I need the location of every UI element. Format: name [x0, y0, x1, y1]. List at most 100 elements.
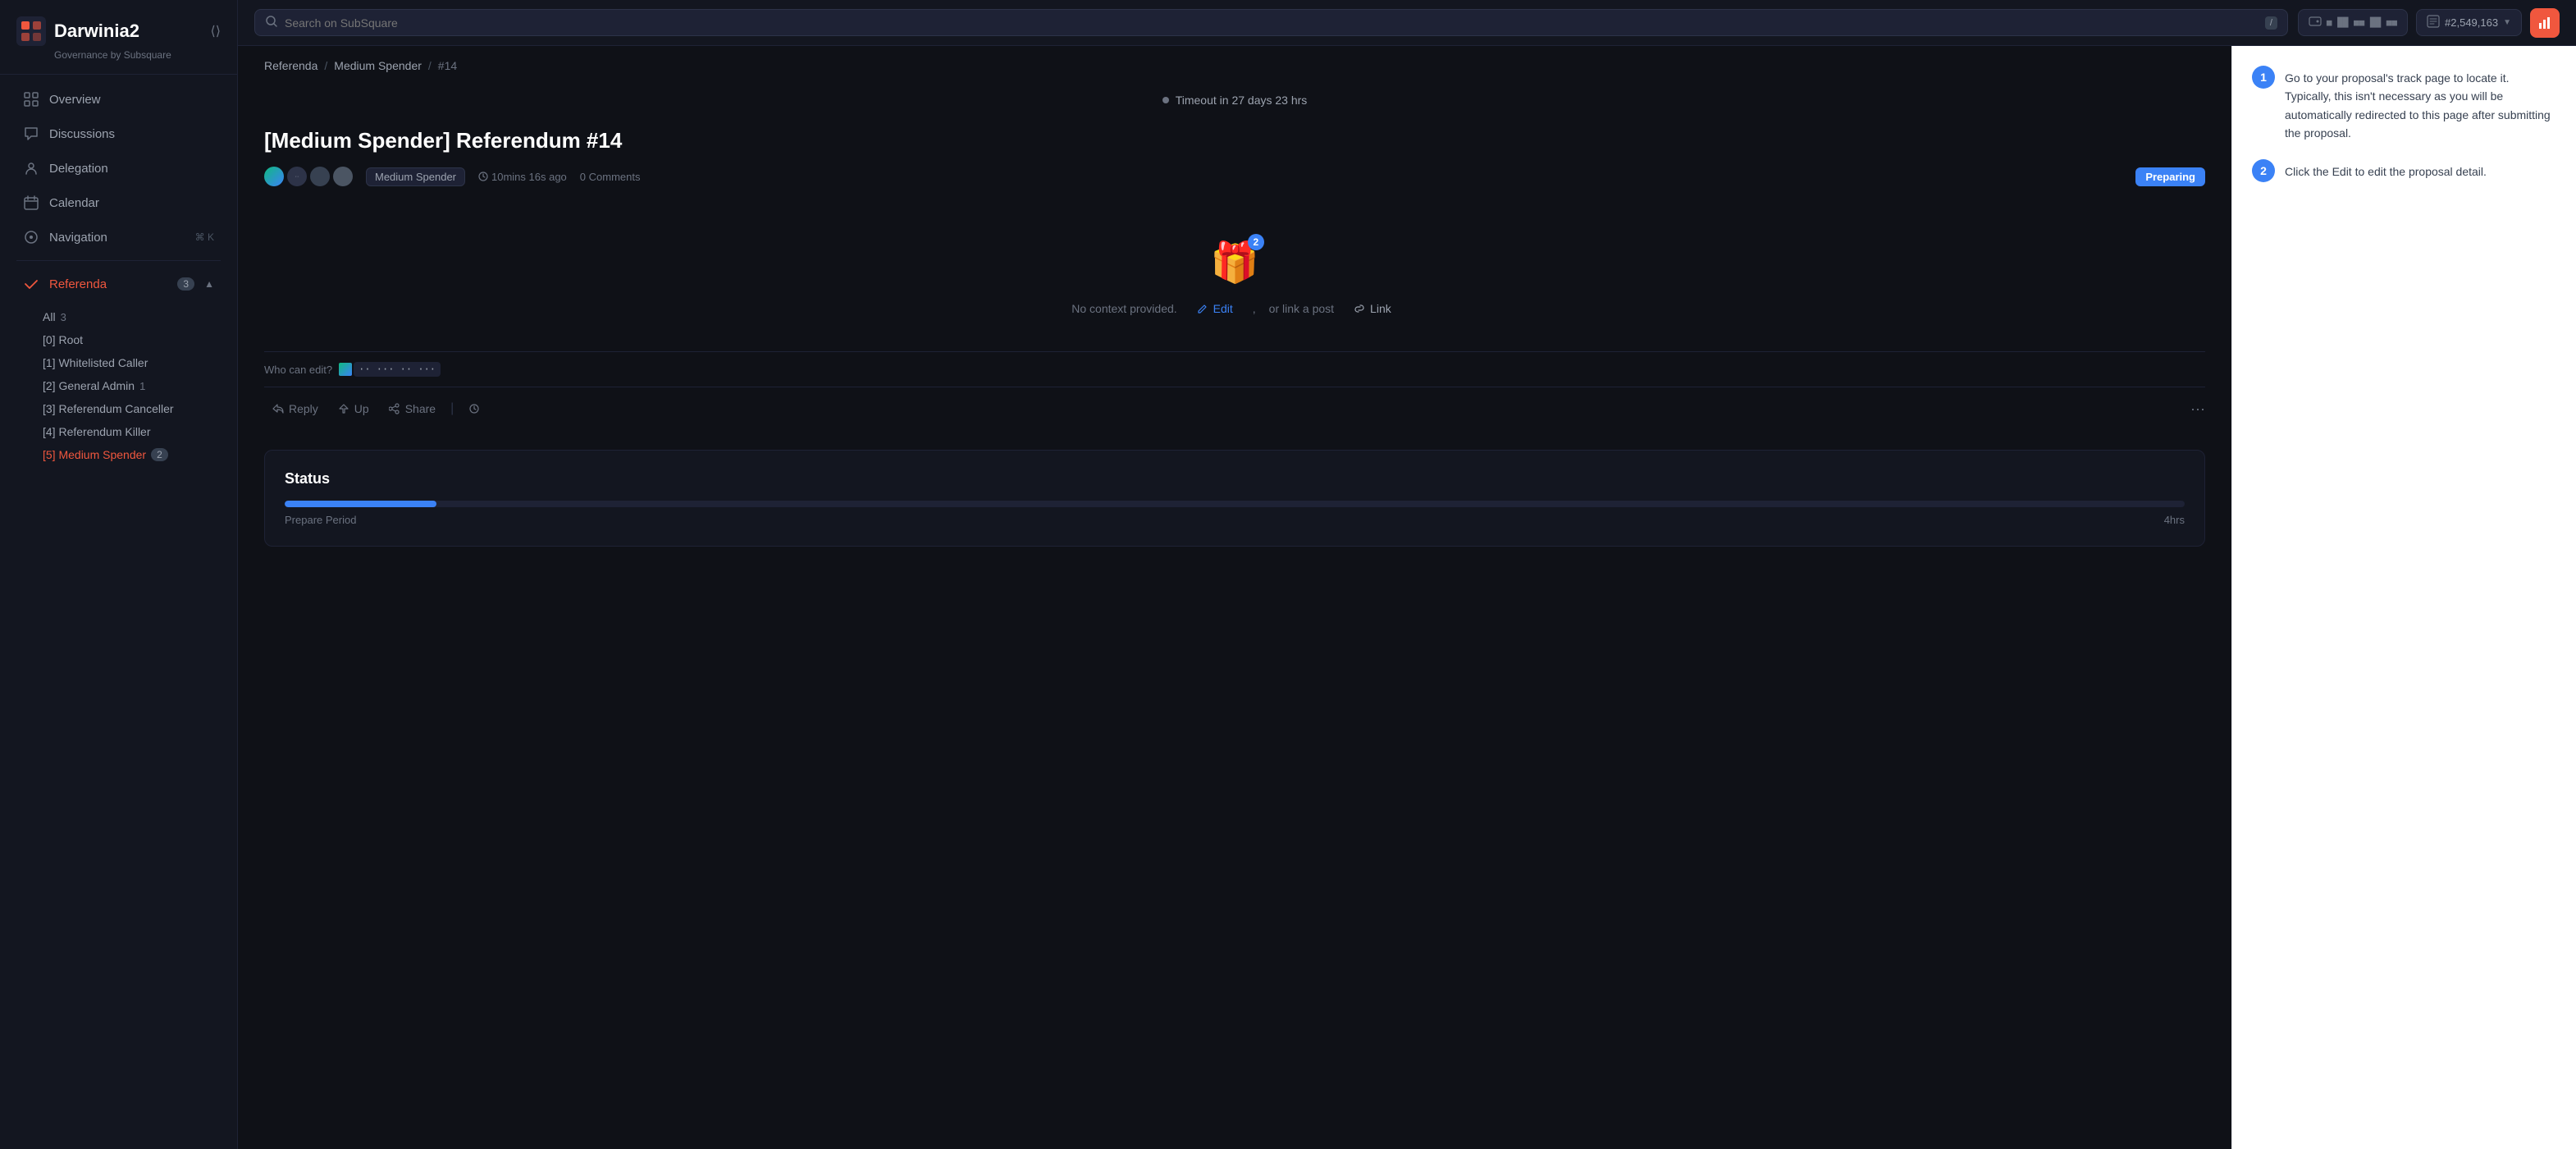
- sidebar-toggle[interactable]: ⟨⟩: [211, 23, 221, 39]
- breadcrumb: Referenda / Medium Spender / #14: [238, 46, 2231, 85]
- right-panel: 1 Go to your proposal's track page to lo…: [2231, 46, 2576, 1149]
- search-input[interactable]: [285, 16, 2259, 30]
- overview-icon: [23, 91, 39, 108]
- wallet-connect-button[interactable]: ■ ██ ■■ ██ ■■: [2298, 9, 2408, 36]
- step-2-text: Click the Edit to edit the proposal deta…: [2285, 159, 2487, 182]
- proposal-title: [Medium Spender] Referendum #14: [264, 128, 2205, 153]
- progress-bar-container: [285, 501, 2185, 507]
- up-button[interactable]: Up: [330, 397, 377, 420]
- subnav-referendum-killer[interactable]: [4] Referendum Killer: [0, 420, 237, 443]
- prepare-period-duration: 4hrs: [2164, 514, 2185, 526]
- main-content: Referenda / Medium Spender / #14 Timeout…: [238, 46, 2231, 1149]
- subnav-medium-spender-count: 2: [151, 448, 168, 461]
- timeout-banner: Timeout in 27 days 23 hrs: [264, 85, 2205, 115]
- no-context-text: No context provided.: [1071, 302, 1176, 315]
- tooltip-badge: 2: [1248, 234, 1264, 250]
- edit-button[interactable]: Edit: [1190, 299, 1240, 318]
- brand-name: Darwinia2: [54, 21, 139, 42]
- search-kbd: /: [2265, 16, 2277, 30]
- referenda-icon: [23, 276, 39, 292]
- block-number[interactable]: #2,549,163 ▼: [2416, 9, 2522, 36]
- subnav-medium-spender[interactable]: [5] Medium Spender 2: [0, 443, 237, 466]
- navigation-icon: [23, 229, 39, 245]
- who-can-edit-label: Who can edit?: [264, 364, 332, 376]
- step-1: 1 Go to your proposal's track page to lo…: [2252, 66, 2556, 143]
- comments-count[interactable]: 0 Comments: [580, 171, 641, 183]
- who-edit-address: ·· ··· ·· ···: [354, 362, 441, 377]
- breadcrumb-sep2: /: [428, 59, 432, 72]
- block-icon: [2427, 15, 2440, 30]
- no-context-area: 🎁 2 No context provided. Edit , or link …: [264, 206, 2205, 351]
- proposal-meta: ·· Medium Spender 10mins 16s ago 0 Comme…: [264, 167, 2205, 186]
- no-context-icon-wrapper: 🎁 2: [1210, 239, 1259, 286]
- subnav-root-label: [0] Root: [43, 333, 83, 346]
- brand-logo: Darwinia2 ⟨⟩: [16, 16, 221, 46]
- subnav-general-admin-label: [2] General Admin: [43, 379, 135, 392]
- chart-button[interactable]: [2530, 8, 2560, 38]
- link-button[interactable]: Link: [1347, 299, 1398, 318]
- brand-subtitle: Governance by Subsquare: [54, 49, 221, 61]
- reward-button[interactable]: [460, 398, 488, 419]
- subnav-whitelisted[interactable]: [1] Whitelisted Caller: [0, 351, 237, 374]
- sidebar-item-referenda-label: Referenda: [49, 277, 167, 291]
- sidebar-item-navigation[interactable]: Navigation ⌘ K: [7, 221, 231, 254]
- status-title: Status: [285, 470, 2185, 488]
- delegation-icon: [23, 160, 39, 176]
- who-can-edit: Who can edit? ·· ··· ·· ···: [264, 351, 2205, 387]
- referenda-arrow: ▲: [204, 278, 214, 290]
- avatar-2: ··: [287, 167, 307, 186]
- time-ago: 10mins 16s ago: [478, 171, 567, 183]
- status-section: Status Prepare Period 4hrs: [264, 450, 2205, 547]
- sidebar-item-overview[interactable]: Overview: [7, 83, 231, 116]
- no-context-actions: No context provided. Edit , or link a po…: [1071, 299, 1397, 318]
- sidebar: Darwinia2 ⟨⟩ Governance by Subsquare Ove…: [0, 0, 238, 1149]
- subnav-root[interactable]: [0] Root: [0, 328, 237, 351]
- search-bar[interactable]: /: [254, 9, 2288, 36]
- subnav-all-count: 3: [61, 311, 66, 323]
- sidebar-item-calendar[interactable]: Calendar: [7, 186, 231, 219]
- status-badge: Preparing: [2135, 167, 2205, 186]
- or-link-text: or link a post: [1269, 302, 1334, 315]
- block-number-value: #2,549,163: [2445, 16, 2498, 29]
- subnav-general-admin-count: 1: [139, 380, 145, 392]
- reply-button[interactable]: Reply: [264, 397, 327, 420]
- wallet-icon: [2309, 15, 2322, 30]
- action-bar: Reply Up Share | ···: [264, 387, 2205, 430]
- breadcrumb-sep1: /: [324, 59, 327, 72]
- subnav-whitelisted-label: [1] Whitelisted Caller: [43, 356, 148, 369]
- subnav-all[interactable]: All 3: [0, 305, 237, 328]
- breadcrumb-referenda[interactable]: Referenda: [264, 59, 317, 72]
- step-2: 2 Click the Edit to edit the proposal de…: [2252, 159, 2556, 182]
- referenda-subnav: All 3 [0] Root [1] Whitelisted Caller [2…: [0, 302, 237, 469]
- sidebar-item-delegation[interactable]: Delegation: [7, 152, 231, 185]
- breadcrumb-medium-spender[interactable]: Medium Spender: [334, 59, 422, 72]
- avatar-1: [264, 167, 284, 186]
- sidebar-item-discussions[interactable]: Discussions: [7, 117, 231, 150]
- sidebar-item-delegation-label: Delegation: [49, 162, 214, 176]
- progress-bar-fill: [285, 501, 436, 507]
- share-button[interactable]: Share: [381, 397, 444, 420]
- content: Referenda / Medium Spender / #14 Timeout…: [238, 46, 2576, 1149]
- subnav-medium-spender-label: [5] Medium Spender: [43, 448, 146, 461]
- sidebar-item-referenda[interactable]: Referenda 3 ▲: [7, 268, 231, 300]
- who-edit-avatars: ·· ··· ·· ···: [339, 362, 441, 377]
- step-1-text: Go to your proposal's track page to loca…: [2285, 66, 2556, 143]
- action-separator: |: [450, 401, 454, 416]
- sidebar-brand: Darwinia2 ⟨⟩ Governance by Subsquare: [0, 0, 237, 75]
- subnav-referendum-canceller[interactable]: [3] Referendum Canceller: [0, 397, 237, 420]
- prepare-period-label: Prepare Period: [285, 514, 356, 526]
- sidebar-item-calendar-label: Calendar: [49, 196, 214, 210]
- calendar-icon: [23, 195, 39, 211]
- sidebar-item-overview-label: Overview: [49, 93, 214, 107]
- timeout-dot: [1162, 97, 1169, 103]
- block-number-chevron: ▼: [2503, 18, 2511, 27]
- sidebar-item-discussions-label: Discussions: [49, 127, 214, 141]
- sidebar-item-navigation-label: Navigation: [49, 231, 185, 245]
- subnav-general-admin[interactable]: [2] General Admin 1: [0, 374, 237, 397]
- step-1-number: 1: [2252, 66, 2275, 89]
- who-edit-avatar-1: [339, 363, 352, 376]
- main: / ■ ██ ■■ ██ ■■ #2,549,163 ▼: [238, 0, 2576, 1149]
- topbar-right: ■ ██ ■■ ██ ■■ #2,549,163 ▼: [2298, 8, 2560, 38]
- more-options-button[interactable]: ···: [2190, 401, 2205, 418]
- timeout-text: Timeout in 27 days 23 hrs: [1176, 94, 1308, 107]
